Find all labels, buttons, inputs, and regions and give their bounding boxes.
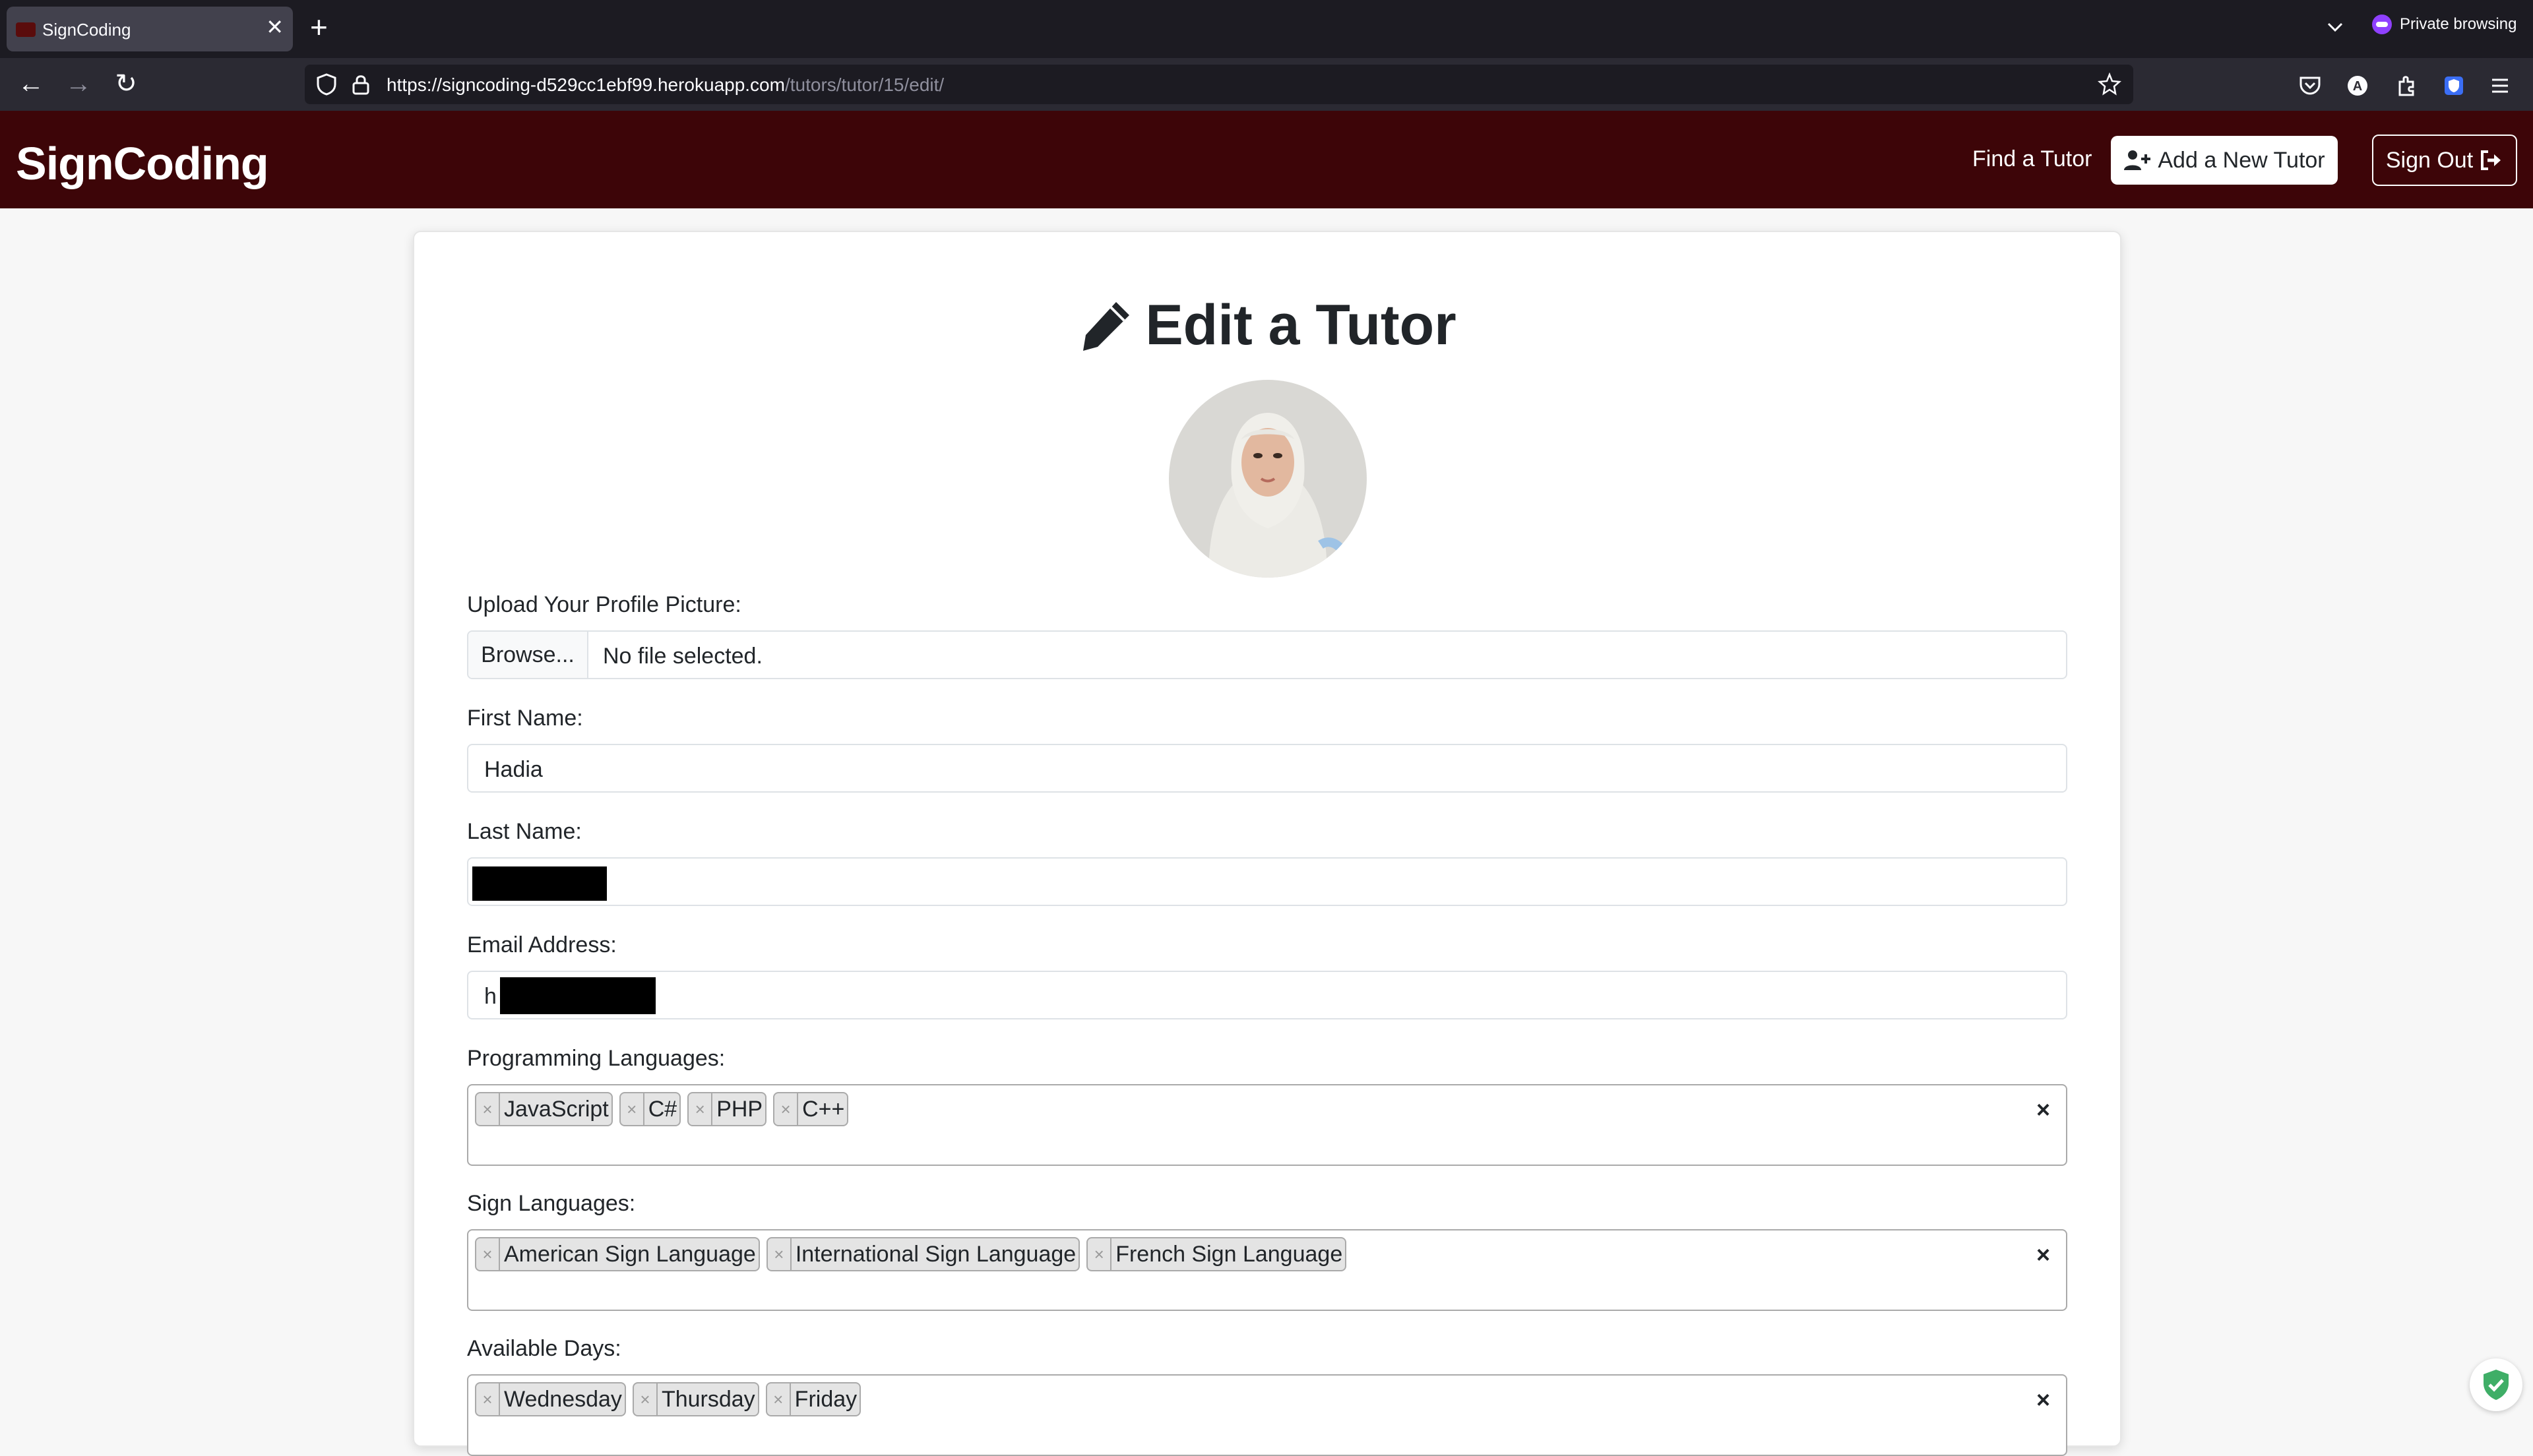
site-navbar: SignCoding Find a Tutor Add a New Tutor …: [0, 111, 2533, 208]
chip-label: PHP: [716, 1096, 763, 1122]
sign-out-label: Sign Out: [2385, 147, 2474, 173]
chip-label: Thursday: [661, 1386, 755, 1412]
last-name-label: Last Name:: [467, 819, 582, 844]
chip-programming-2[interactable]: × PHP: [687, 1092, 767, 1126]
remove-chip-icon[interactable]: ×: [768, 1238, 792, 1270]
sign-out-button[interactable]: Sign Out: [2372, 135, 2517, 186]
redacted-block: [472, 866, 607, 901]
url-host: https://signcoding-d529cc1ebf99.herokuap…: [387, 75, 785, 95]
chip-label: French Sign Language: [1115, 1241, 1343, 1267]
site-favicon-icon: [16, 22, 36, 37]
file-status: No file selected.: [603, 644, 763, 669]
first-name-label: First Name:: [467, 706, 583, 731]
chevron-down-icon[interactable]: [2322, 15, 2348, 41]
find-tutor-link[interactable]: Find a Tutor: [1972, 146, 2092, 172]
chip-programming-3[interactable]: × C++: [773, 1092, 849, 1126]
chip-label: American Sign Language: [504, 1241, 756, 1267]
chip-sign-2[interactable]: × French Sign Language: [1086, 1237, 1347, 1271]
new-tab-icon[interactable]: +: [310, 9, 328, 45]
first-name-value: Hadia: [484, 757, 543, 782]
pencil-icon: [1083, 301, 1130, 351]
sign-languages-select[interactable]: × American Sign Language × International S…: [467, 1229, 2067, 1311]
remove-chip-icon[interactable]: ×: [621, 1093, 644, 1125]
remove-chip-icon[interactable]: ×: [774, 1093, 799, 1125]
add-tutor-label: Add a New Tutor: [2158, 147, 2325, 173]
remove-chip-icon[interactable]: ×: [476, 1383, 500, 1415]
chip-label: C#: [648, 1096, 677, 1122]
first-name-input[interactable]: Hadia: [467, 744, 2067, 793]
privacy-extension-icon[interactable]: [2441, 73, 2467, 99]
chip-label: C++: [802, 1096, 845, 1122]
remove-chip-icon[interactable]: ×: [476, 1093, 500, 1125]
email-value: h: [484, 984, 497, 1009]
private-browsing-indicator: Private browsing: [2372, 15, 2517, 34]
private-mask-icon: [2372, 15, 2392, 34]
address-bar[interactable]: https://signcoding-d529cc1ebf99.herokuap…: [305, 65, 2133, 104]
tab-title: SignCoding: [42, 20, 131, 40]
chip-label: Friday: [794, 1386, 858, 1412]
forward-icon[interactable]: →: [62, 67, 95, 100]
sign-out-icon: [2481, 150, 2501, 170]
edit-tutor-card: Edit a Tutor Upload Your Profile Picture…: [413, 231, 2121, 1456]
extensions-icon[interactable]: [2393, 73, 2420, 99]
email-input[interactable]: h: [467, 971, 2067, 1019]
chip-label: International Sign Language: [795, 1241, 1077, 1267]
chip-label: JavaScript: [504, 1096, 609, 1122]
pocket-icon[interactable]: [2297, 73, 2323, 99]
days-chip-list: × Wednesday × Thursday × Friday: [475, 1382, 861, 1416]
remove-chip-icon[interactable]: ×: [476, 1238, 500, 1270]
chip-programming-0[interactable]: × JavaScript: [475, 1092, 613, 1126]
svg-text:A: A: [2353, 79, 2362, 94]
brand-logo[interactable]: SignCoding: [16, 137, 269, 190]
chip-day-1[interactable]: × Thursday: [632, 1382, 759, 1416]
add-tutor-button[interactable]: Add a New Tutor: [2111, 136, 2338, 185]
browser-tab[interactable]: SignCoding ✕: [7, 7, 293, 51]
upload-label: Upload Your Profile Picture:: [467, 592, 741, 617]
available-days-label: Available Days:: [467, 1336, 621, 1361]
clear-selection-icon[interactable]: ×: [2036, 1096, 2050, 1124]
page-heading: Edit a Tutor: [1145, 293, 1456, 357]
bookmark-star-icon[interactable]: [2098, 73, 2121, 96]
programming-languages-select[interactable]: × JavaScript × C# × PHP × C++ ×: [467, 1084, 2067, 1166]
back-icon[interactable]: ←: [15, 67, 47, 100]
clear-selection-icon[interactable]: ×: [2036, 1241, 2050, 1269]
security-shield-icon[interactable]: [2470, 1358, 2522, 1411]
url-text: https://signcoding-d529cc1ebf99.herokuap…: [387, 75, 944, 96]
chip-day-2[interactable]: × Friday: [765, 1382, 861, 1416]
lock-icon[interactable]: [351, 73, 371, 96]
chip-label: Wednesday: [504, 1386, 622, 1412]
page-title: Edit a Tutor: [414, 293, 2120, 358]
sign-chip-list: × American Sign Language × International S…: [475, 1237, 1347, 1271]
profile-picture: [1169, 380, 1367, 578]
user-plus-icon: [2124, 150, 2151, 170]
browse-button[interactable]: Browse...: [468, 632, 588, 678]
remove-chip-icon[interactable]: ×: [1088, 1238, 1112, 1270]
programming-chip-list: × JavaScript × C# × PHP × C++: [475, 1092, 849, 1126]
redacted-block: [500, 977, 656, 1014]
email-label: Email Address:: [467, 932, 617, 957]
remove-chip-icon[interactable]: ×: [689, 1093, 713, 1125]
shield-icon[interactable]: [315, 73, 338, 96]
menu-icon[interactable]: [2487, 73, 2513, 99]
chip-day-0[interactable]: × Wednesday: [475, 1382, 626, 1416]
clear-selection-icon[interactable]: ×: [2036, 1386, 2050, 1414]
last-name-input[interactable]: [467, 857, 2067, 906]
remove-chip-icon[interactable]: ×: [767, 1383, 791, 1415]
browser-toolbar: ← → ↻ https://signcoding-d529cc1ebf99.he…: [0, 58, 2533, 111]
chip-sign-0[interactable]: × American Sign Language: [475, 1237, 760, 1271]
close-tab-icon[interactable]: ✕: [266, 15, 284, 40]
profile-picture-image: [1169, 380, 1367, 578]
url-path: /tutors/tutor/15/edit/: [784, 75, 945, 95]
profile-picture-file-input[interactable]: Browse... No file selected.: [467, 630, 2067, 679]
programming-languages-label: Programming Languages:: [467, 1046, 726, 1071]
browser-tab-strip: SignCoding ✕ + Private browsing: [0, 0, 2533, 58]
available-days-select[interactable]: × Wednesday × Thursday × Friday ×: [467, 1374, 2067, 1456]
chip-sign-1[interactable]: × International Sign Language: [766, 1237, 1080, 1271]
remove-chip-icon[interactable]: ×: [634, 1383, 658, 1415]
account-icon[interactable]: A: [2344, 73, 2371, 99]
chip-programming-1[interactable]: × C#: [619, 1092, 681, 1126]
reload-icon[interactable]: ↻: [109, 67, 142, 100]
sign-languages-label: Sign Languages:: [467, 1191, 636, 1216]
private-browsing-label: Private browsing: [2400, 15, 2517, 33]
